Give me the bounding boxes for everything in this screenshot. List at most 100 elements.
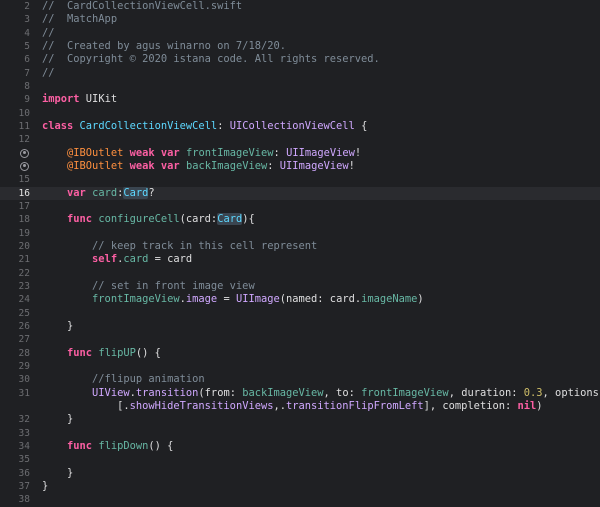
- code-token: backImageView: [185, 159, 268, 172]
- code-line[interactable]: 26 }: [0, 320, 600, 333]
- code-line[interactable]: 18 func configureCell(card:Card){: [0, 213, 600, 226]
- code-line[interactable]: 30 //flipup animation: [0, 373, 600, 386]
- code-line[interactable]: 11 class CardCollectionViewCell: UICollec…: [0, 120, 600, 133]
- line-number: 30: [18, 374, 30, 386]
- code-token: =: [217, 293, 236, 306]
- code-token: //: [42, 26, 55, 39]
- code-text: func flipUP() {: [42, 347, 161, 360]
- code-text: }: [42, 413, 73, 426]
- line-number: 21: [18, 254, 30, 266]
- code-token: UIView: [92, 386, 130, 399]
- code-token: ?: [148, 186, 155, 199]
- code-line[interactable]: 12: [0, 133, 600, 146]
- line-number: 9: [24, 94, 30, 106]
- code-line[interactable]: 5 // Created by agus winarno on 7/18/20.: [0, 40, 600, 53]
- code-line[interactable]: 3 // MatchApp: [0, 13, 600, 26]
- code-token: showHideTransitionViews: [129, 399, 274, 412]
- code-line[interactable]: 10: [0, 107, 600, 120]
- code-text: // set in front image view: [42, 280, 255, 293]
- code-line[interactable]: 6 // Copyright © 2020 istana code. All ri…: [0, 53, 600, 66]
- code-line[interactable]: 29: [0, 360, 600, 373]
- code-token: CardCollectionViewCell: [79, 119, 218, 132]
- code-line[interactable]: 9 import UIKit: [0, 93, 600, 106]
- line-number: 27: [18, 334, 30, 346]
- outlet-connection-icon[interactable]: [20, 161, 29, 171]
- line-number: 5: [24, 40, 30, 52]
- code-line[interactable]: @IBOutlet weak var backImageView: UIImag…: [0, 160, 600, 173]
- code-line[interactable]: 17: [0, 200, 600, 213]
- code-token: Card: [217, 213, 243, 226]
- code-line[interactable]: 24 frontImageView.image = UIImage(named:…: [0, 293, 600, 306]
- code-line[interactable]: 23 // set in front image view: [0, 280, 600, 293]
- line-number: 33: [18, 427, 30, 439]
- code-text: self.card = card: [42, 253, 192, 266]
- code-line[interactable]: 36 }: [0, 467, 600, 480]
- line-number: 28: [18, 347, 30, 359]
- line-number: 22: [18, 267, 30, 279]
- code-line[interactable]: 2 // CardCollectionViewCell.swift: [0, 0, 600, 13]
- code-line[interactable]: 19: [0, 227, 600, 240]
- code-text: }: [42, 320, 73, 333]
- code-token: ){: [242, 213, 255, 226]
- code-token: frontImageView: [92, 293, 180, 306]
- code-token: class: [42, 119, 74, 132]
- code-line[interactable]: 7 //: [0, 67, 600, 80]
- code-line[interactable]: 4 //: [0, 27, 600, 40]
- code-token: }: [42, 413, 74, 426]
- code-token: }: [42, 479, 49, 492]
- code-line[interactable]: 15: [0, 173, 600, 186]
- code-token: (card:: [179, 213, 218, 226]
- line-number: 7: [24, 67, 30, 79]
- code-token: var: [67, 186, 86, 199]
- code-token: imageName: [361, 293, 418, 306]
- code-line[interactable]: 20 // keep track in this cell represent: [0, 240, 600, 253]
- code-text: class CardCollectionViewCell: UICollecti…: [42, 120, 367, 133]
- code-line[interactable]: 25: [0, 307, 600, 320]
- code-line[interactable]: 32 }: [0, 413, 600, 426]
- code-token: // CardCollectionViewCell.swift: [42, 0, 243, 12]
- code-line[interactable]: 21 self.card = card: [0, 253, 600, 266]
- code-token: !: [348, 159, 355, 172]
- code-line[interactable]: 16 var card:Card?: [0, 186, 600, 200]
- line-number: 3: [24, 14, 30, 26]
- code-line[interactable]: 28 func flipUP() {: [0, 347, 600, 360]
- code-token: // keep track in this cell represent: [92, 239, 318, 252]
- code-line[interactable]: 35: [0, 453, 600, 466]
- code-line[interactable]: 34 func flipDown() {: [0, 440, 600, 453]
- code-token: (from:: [198, 386, 243, 399]
- code-token: flipUP: [98, 346, 136, 359]
- code-token: import: [42, 93, 80, 106]
- code-line[interactable]: 8: [0, 80, 600, 93]
- code-token: {: [354, 119, 368, 132]
- code-text: //flipup animation: [42, 373, 205, 386]
- code-line[interactable]: 37}: [0, 480, 600, 493]
- code-line[interactable]: 27: [0, 333, 600, 346]
- code-token: :: [273, 146, 287, 159]
- code-text: //: [42, 67, 55, 80]
- code-token: //flipup animation: [92, 373, 205, 386]
- code-token: UIImageView: [286, 146, 355, 159]
- line-number: 26: [18, 320, 30, 332]
- code-line[interactable]: [.showHideTransitionViews,.transitionFli…: [0, 400, 600, 413]
- code-line[interactable]: 31 UIView.transition(from: backImageView…: [0, 387, 600, 400]
- code-line[interactable]: 22: [0, 267, 600, 280]
- code-token: (named: card.: [279, 293, 362, 306]
- code-line[interactable]: @IBOutlet weak var frontImageView: UIIma…: [0, 147, 600, 160]
- code-line[interactable]: 33: [0, 427, 600, 440]
- code-text: import UIKit: [42, 93, 117, 106]
- code-token: () {: [135, 346, 161, 359]
- outlet-connection-icon[interactable]: [20, 148, 29, 158]
- code-token: // MatchApp: [42, 13, 118, 26]
- code-text: // Created by agus winarno on 7/18/20.: [42, 40, 286, 53]
- code-editor[interactable]: 2 // CardCollectionViewCell.swift 3 // Matc…: [0, 0, 600, 505]
- code-token: nil: [517, 399, 537, 412]
- line-number: 37: [18, 480, 30, 492]
- code-token: :: [217, 119, 230, 132]
- code-token: = card: [148, 253, 193, 266]
